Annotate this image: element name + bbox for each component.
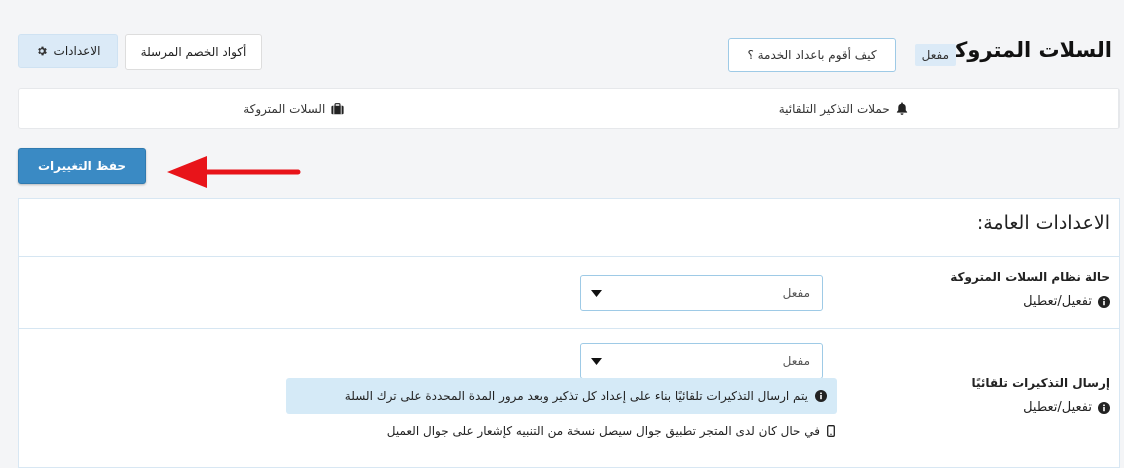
auto-reminders-hint: تفعيل/تعطيل bbox=[1023, 400, 1110, 415]
system-status-label: حالة نظام السلات المتروكة bbox=[950, 270, 1110, 284]
auto-reminders-select[interactable]: مفعل bbox=[580, 343, 823, 379]
settings-button[interactable]: الاعدادات bbox=[18, 34, 118, 68]
system-status-select-value: مفعل bbox=[782, 286, 810, 300]
mobile-app-note-text: في حال كان لدى المتجر تطبيق جوال سيصل نس… bbox=[386, 424, 820, 438]
tab-auto-reminder-campaigns-label: حملات التذكير التلقائية bbox=[778, 101, 890, 116]
briefcase-icon bbox=[331, 102, 344, 115]
settings-button-label: الاعدادات bbox=[53, 44, 101, 58]
caret-down-icon bbox=[591, 357, 602, 365]
bell-icon bbox=[896, 102, 908, 115]
auto-reminders-info-text: يتم ارسال التذكيرات تلقائيًا بناء على إع… bbox=[344, 389, 808, 403]
system-status-hint: تفعيل/تعطيل bbox=[1023, 294, 1110, 309]
info-icon bbox=[815, 390, 827, 402]
auto-reminders-select-value: مفعل bbox=[782, 354, 810, 368]
save-changes-button[interactable]: حفظ التغييرات bbox=[18, 148, 146, 184]
system-status-hint-text: تفعيل/تعطيل bbox=[1023, 294, 1092, 309]
info-icon bbox=[1098, 401, 1110, 414]
tab-auto-reminder-campaigns[interactable]: حملات التذكير التلقائية bbox=[569, 89, 1119, 128]
mobile-app-note: في حال كان لدى المتجر تطبيق جوال سيصل نس… bbox=[325, 424, 835, 438]
page-title: السلات المتروكة bbox=[942, 38, 1112, 62]
tab-abandoned-carts-label: السلات المتروكة bbox=[243, 101, 326, 116]
divider bbox=[19, 256, 1119, 257]
tab-bar: السلات المتروكة حملات التذكير التلقائية bbox=[18, 88, 1120, 129]
info-icon bbox=[1098, 295, 1110, 308]
tab-abandoned-carts[interactable]: السلات المتروكة bbox=[19, 89, 569, 128]
caret-down-icon bbox=[591, 289, 602, 297]
status-badge: مفعل bbox=[914, 44, 956, 66]
divider bbox=[19, 328, 1119, 329]
red-arrow-annotation bbox=[167, 156, 301, 188]
section-title: الاعدادات العامة: bbox=[976, 212, 1110, 234]
sent-discount-codes-button[interactable]: أكواد الخصم المرسلة bbox=[125, 34, 262, 70]
auto-reminders-label: إرسال التذكيرات تلقائيًا bbox=[971, 376, 1110, 390]
gear-icon bbox=[36, 45, 48, 57]
auto-reminders-info-box: يتم ارسال التذكيرات تلقائيًا بناء على إع… bbox=[286, 378, 837, 414]
auto-reminders-hint-text: تفعيل/تعطيل bbox=[1023, 400, 1092, 415]
mobile-phone-icon bbox=[827, 425, 835, 437]
setup-help-button[interactable]: كيف أقوم باعداد الخدمة ؟ bbox=[728, 38, 896, 72]
system-status-select[interactable]: مفعل bbox=[580, 275, 823, 311]
